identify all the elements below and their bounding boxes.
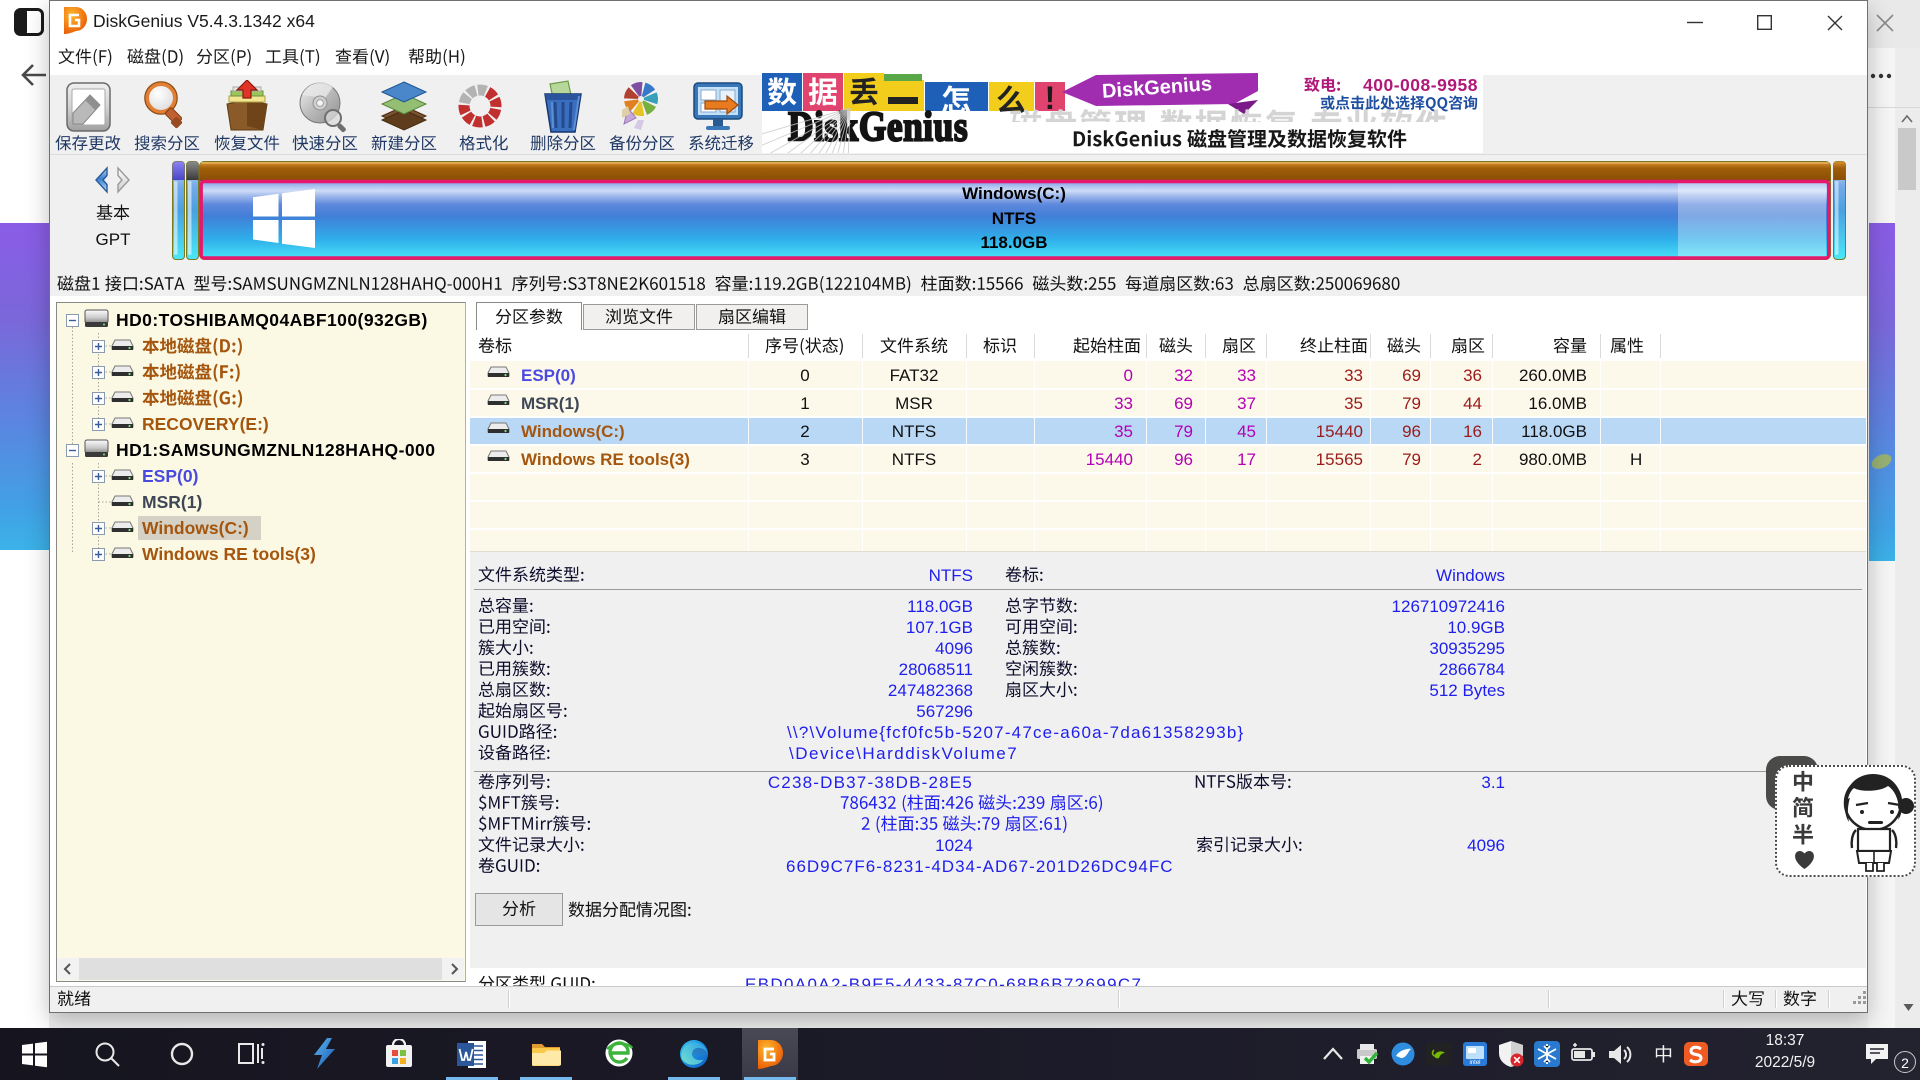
svg-text:intel: intel xyxy=(1469,1060,1480,1066)
